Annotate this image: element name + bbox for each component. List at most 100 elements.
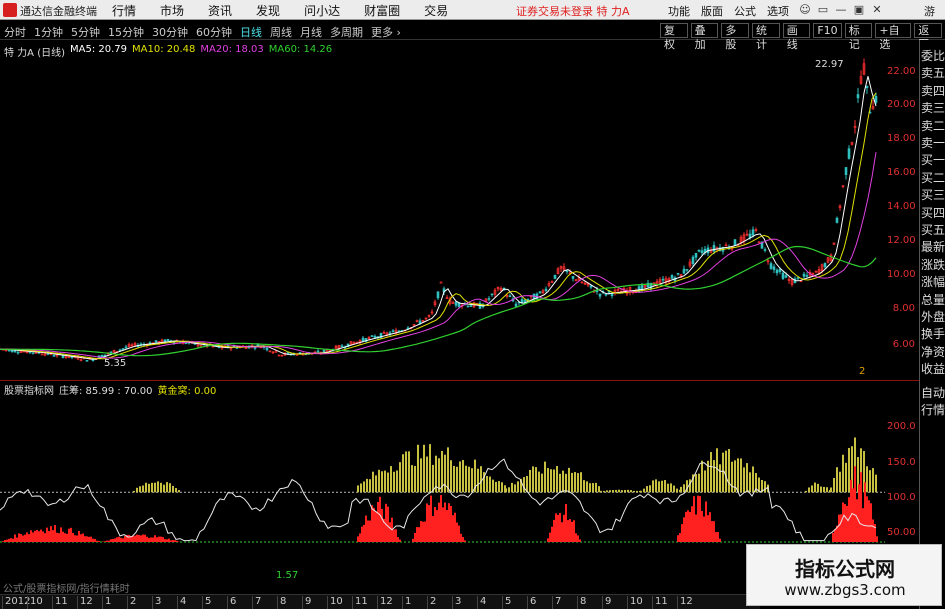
- period-tab-3[interactable]: 15分钟: [108, 24, 144, 40]
- candle-body: [763, 249, 767, 251]
- candle-body: [85, 360, 89, 362]
- red-bar: [140, 535, 142, 542]
- indicator-bar: [667, 483, 669, 493]
- red-bar: [858, 484, 860, 542]
- menu-item-hangqing[interactable]: 行情: [112, 2, 136, 19]
- red-bar: [110, 539, 112, 542]
- price-chart[interactable]: [0, 56, 885, 378]
- indicator-bar: [477, 468, 479, 493]
- period-tab-10[interactable]: 更多 ›: [371, 24, 401, 40]
- red-bar: [416, 527, 418, 542]
- red-bar: [448, 503, 450, 542]
- red-bar: [414, 532, 416, 542]
- minimize-icon[interactable]: —: [832, 3, 850, 16]
- red-bar: [579, 539, 581, 542]
- tool-button-4[interactable]: 画线: [782, 23, 811, 51]
- candle-body: [166, 338, 170, 342]
- indicator-bar: [830, 487, 832, 493]
- red-bar: [563, 514, 565, 542]
- red-bar: [10, 538, 12, 542]
- month-label: 9: [302, 596, 327, 609]
- indicator-bar: [381, 471, 383, 493]
- red-bar: [426, 503, 428, 542]
- red-bar: [369, 520, 371, 542]
- red-bar: [170, 540, 172, 542]
- red-bar: [118, 536, 120, 542]
- period-tab-1[interactable]: 1分钟: [34, 24, 63, 40]
- ma5-line: [0, 76, 877, 360]
- menu-item-shichang[interactable]: 市场: [160, 2, 184, 19]
- indicator-bar: [357, 485, 359, 493]
- candle-body: [553, 274, 557, 279]
- red-bar: [146, 536, 148, 542]
- menu-item-banmian[interactable]: 版面: [701, 3, 723, 19]
- period-tab-5[interactable]: 60分钟: [196, 24, 232, 40]
- indicator-bar: [559, 473, 561, 493]
- menu-item-jiaoyi[interactable]: 交易: [424, 2, 448, 19]
- menu-item-faxian[interactable]: 发现: [256, 2, 280, 19]
- candle-body: [733, 239, 737, 246]
- candle-body: [565, 270, 569, 273]
- indicator-bar: [172, 485, 174, 493]
- period-tab-8[interactable]: 月线: [300, 24, 322, 40]
- red-bar: [389, 522, 391, 542]
- indicator-bar: [866, 466, 868, 493]
- period-tab-9[interactable]: 多周期: [330, 24, 363, 40]
- tool-button-5[interactable]: F10: [813, 23, 842, 38]
- candle-body: [676, 272, 680, 275]
- indicator-bar: [492, 479, 494, 493]
- auto-quote-label[interactable]: 自动: [921, 385, 945, 401]
- tool-button-3[interactable]: 统计: [752, 23, 780, 51]
- indicator-bar: [157, 481, 159, 493]
- month-labels: 2012年10111212345678910111212345678910111…: [2, 596, 702, 609]
- period-tab-7[interactable]: 周线: [270, 24, 292, 40]
- menu-item-wenxiaoda[interactable]: 问小达: [304, 2, 340, 19]
- indicator-bar: [577, 473, 579, 493]
- indicator-bar: [710, 452, 712, 493]
- month-label: 12: [377, 596, 402, 609]
- indicator-bar: [550, 469, 552, 493]
- indicator-bar: [489, 476, 491, 493]
- tool-button-8[interactable]: 返回: [914, 23, 942, 51]
- screen-icon[interactable]: ▭: [814, 3, 832, 16]
- sub-mark-label: 2: [859, 366, 866, 377]
- period-tab-4[interactable]: 30分钟: [152, 24, 188, 40]
- red-bar: [4, 540, 6, 542]
- candle-body: [856, 94, 860, 99]
- red-bar: [52, 530, 54, 542]
- indicator-bar: [544, 461, 546, 493]
- period-tab-0[interactable]: 分时: [4, 24, 26, 40]
- menu-item-zixun[interactable]: 资讯: [208, 2, 232, 19]
- user-icon[interactable]: ☺: [796, 3, 814, 16]
- indicator-bar: [633, 490, 635, 493]
- red-bar: [30, 530, 32, 542]
- menu-item-caifuquan[interactable]: 财富圈: [364, 2, 400, 19]
- indicator-bar: [664, 480, 666, 493]
- period-tab-2[interactable]: 5分钟: [71, 24, 100, 40]
- right-menu: 功能 版面 公式 选项: [668, 3, 800, 19]
- tool-button-2[interactable]: 多股: [721, 23, 750, 51]
- quote-field-label: 委比: [921, 49, 945, 63]
- red-bar: [573, 520, 575, 542]
- menu-item-gongshi[interactable]: 公式: [734, 3, 756, 19]
- tool-button-0[interactable]: 复权: [660, 23, 688, 51]
- month-label: 1: [402, 596, 427, 609]
- red-bar: [691, 506, 693, 542]
- candle-body: [781, 272, 785, 279]
- tool-button-7[interactable]: +自选: [875, 23, 912, 51]
- close-icon[interactable]: ✕: [868, 3, 886, 16]
- menu-item-gongneng[interactable]: 功能: [668, 3, 690, 19]
- month-label: 12: [677, 596, 702, 609]
- candle-body: [52, 355, 56, 357]
- indicator-bar: [814, 482, 816, 493]
- tool-button-1[interactable]: 叠加: [690, 23, 719, 51]
- period-tab-6[interactable]: 日线: [240, 24, 262, 40]
- auto-quote-label[interactable]: 行情: [921, 402, 945, 418]
- red-bar: [547, 538, 549, 542]
- red-bar: [104, 541, 106, 542]
- maximize-icon[interactable]: ▣: [850, 3, 868, 16]
- tool-button-6[interactable]: 标记: [844, 23, 873, 51]
- indicator-bar: [713, 460, 715, 493]
- menu-item-xuanxiang[interactable]: 选项: [767, 3, 789, 19]
- red-bar: [142, 534, 144, 542]
